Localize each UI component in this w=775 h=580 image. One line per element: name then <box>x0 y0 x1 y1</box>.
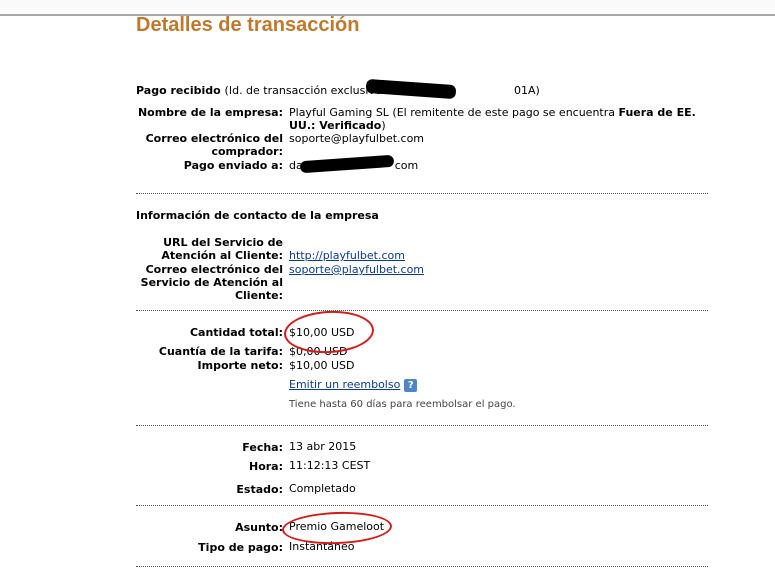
divider <box>136 310 708 311</box>
buyer-email-value: soporte@playfulbet.com <box>289 132 425 145</box>
status-value: Completado <box>289 482 356 495</box>
fee-label: Cuantía de la tarifa: <box>158 345 283 358</box>
divider <box>136 566 708 567</box>
sent-to-suffix: com <box>394 159 419 172</box>
total-amount-label: Cantidad total: <box>189 326 283 339</box>
support-url-link[interactable]: http://playfulbet.com <box>289 249 405 262</box>
transaction-id-suffix: 01A) <box>513 84 540 97</box>
support-url-value: http://playfulbet.com <box>289 249 709 262</box>
support-url-label: URL del Servicio de Atención al Cliente: <box>161 236 283 262</box>
payment-received-label: Pago recibido <box>136 84 221 97</box>
sent-to-label: Pago enviado a: <box>183 159 283 172</box>
company-name-close: ) <box>381 119 386 132</box>
subject-label: Asunto: <box>235 521 283 534</box>
issue-refund-link[interactable]: Emitir un reembolso <box>289 378 400 391</box>
refund-note: Tiene hasta 60 días para reembolsar el p… <box>289 399 516 410</box>
help-icon[interactable]: ? <box>404 378 418 392</box>
total-amount-value: $10,00 USD <box>289 326 355 339</box>
fee-value: $0,00 USD <box>289 345 348 358</box>
company-name-text: Playful Gaming SL (El remitente de este … <box>289 106 619 119</box>
divider <box>136 425 708 426</box>
page-title: Detalles de transacción <box>136 14 360 36</box>
support-email-value: soporte@playfulbet.com <box>289 263 709 276</box>
subject-value: Premio Gameloot <box>289 520 385 533</box>
contact-heading: Información de contacto de la empresa <box>136 209 379 222</box>
payment-received-heading: Pago recibido (Id. de transacción exclus… <box>136 84 540 97</box>
time-value: 11:12:13 CEST <box>289 459 371 472</box>
buyer-email-label: Correo electrónico del comprador: <box>145 132 283 158</box>
divider <box>136 505 708 506</box>
company-name-label: Nombre de la empresa: <box>137 106 283 119</box>
status-label: Estado: <box>236 483 283 496</box>
support-email-link[interactable]: soporte@playfulbet.com <box>289 263 424 276</box>
date-value: 13 abr 2015 <box>289 440 357 453</box>
time-label: Hora: <box>248 460 283 473</box>
date-label: Fecha: <box>242 441 283 454</box>
refund-row: Emitir un reembolso? <box>289 378 709 392</box>
net-amount-label: Importe neto: <box>197 359 283 372</box>
net-amount-value: $10,00 USD <box>289 359 355 372</box>
company-name-value: Playful Gaming SL (El remitente de este … <box>289 106 719 132</box>
payment-type-value: Instantáneo <box>289 540 355 553</box>
support-email-label: Correo electrónico del Servicio de Atenc… <box>140 263 283 302</box>
browser-top-edge <box>0 0 775 16</box>
divider <box>136 193 708 194</box>
payment-type-label: Tipo de pago: <box>198 541 283 554</box>
